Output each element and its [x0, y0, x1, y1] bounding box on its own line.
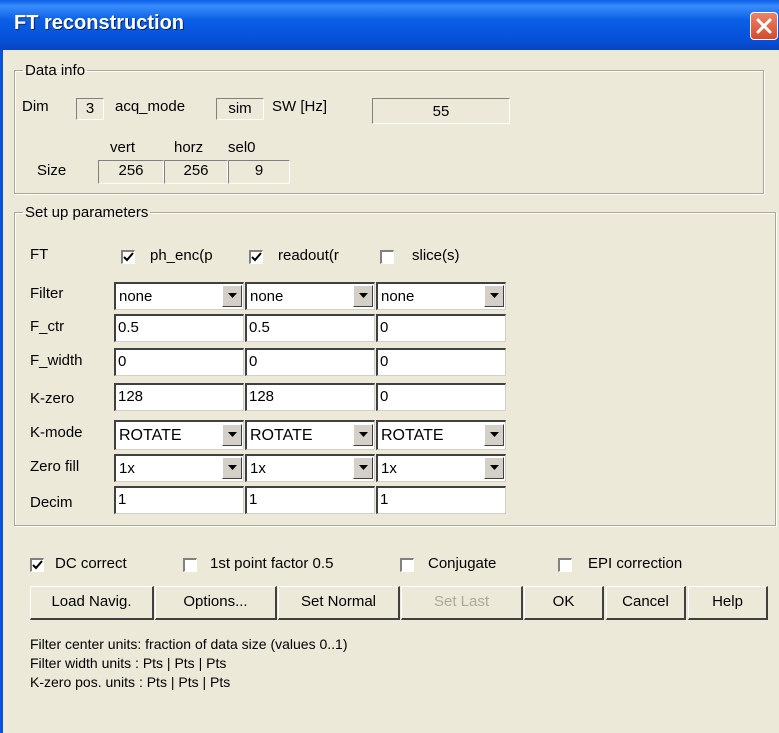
filter-select-2-value: none	[250, 288, 284, 305]
decim-field-1[interactable]: 1	[114, 486, 244, 514]
epi-correction-checkbox[interactable]	[558, 558, 572, 572]
ft-slice-checkbox[interactable]	[380, 250, 394, 264]
help-button[interactable]: Help	[688, 586, 768, 620]
zero-fill-select-3[interactable]: 1x	[376, 454, 506, 482]
sw-label: SW [Hz]	[272, 98, 327, 115]
size-header-sel0: sel0	[228, 139, 256, 156]
filter-select-1[interactable]: none	[114, 282, 244, 310]
chevron-down-icon[interactable]	[353, 457, 373, 479]
dc-correct-label: DC correct	[55, 555, 127, 572]
size-header-horz: horz	[174, 139, 204, 156]
zero-fill-select-3-value: 1x	[381, 460, 397, 477]
decim-label: Decim	[30, 494, 73, 511]
chevron-down-icon[interactable]	[484, 457, 504, 479]
ft-readout-checkbox[interactable]	[249, 250, 263, 264]
epi-correction-label: EPI correction	[588, 555, 683, 572]
filter-select-3-value: none	[381, 288, 415, 305]
size-sel0-value: 9	[228, 160, 290, 184]
close-icon	[756, 18, 772, 34]
info-line: Filter center units: fraction of data si…	[30, 636, 348, 652]
filter-label: Filter	[30, 285, 64, 302]
f-width-field-3[interactable]: 0	[376, 348, 506, 376]
load-navig-button[interactable]: Load Navig.	[30, 586, 154, 620]
ft-readout-label: readout(r	[278, 247, 339, 264]
filter-select-3[interactable]: none	[376, 282, 506, 310]
chevron-down-icon[interactable]	[484, 285, 504, 307]
setup-legend: Set up parameters	[25, 204, 149, 221]
set-normal-button[interactable]: Set Normal	[278, 586, 400, 620]
options-button[interactable]: Options...	[155, 586, 277, 620]
ft-ph-enc-label: ph_enc(p	[150, 247, 213, 264]
check-icon	[32, 560, 43, 570]
set-last-button[interactable]: Set Last	[401, 586, 523, 620]
k-zero-label: K-zero	[30, 390, 75, 407]
f-width-field-2[interactable]: 0	[245, 348, 375, 376]
size-label: Size	[37, 162, 67, 179]
size-vert-value: 256	[98, 160, 164, 184]
f-width-field-1[interactable]: 0	[114, 348, 244, 376]
cancel-button[interactable]: Cancel	[606, 586, 686, 620]
k-mode-select-1-value: ROTATE	[119, 427, 182, 444]
ft-label: FT	[30, 246, 49, 263]
acq-mode-label: acq_mode	[115, 98, 186, 115]
window-frame-left	[0, 50, 3, 733]
f-ctr-field-1[interactable]: 0.5	[114, 314, 244, 342]
acq-mode-value: sim	[216, 98, 264, 120]
zero-fill-label: Zero fill	[30, 458, 80, 475]
f-width-label: F_width	[30, 352, 83, 369]
first-point-factor-label: 1st point factor 0.5	[210, 555, 334, 572]
k-mode-select-3-value: ROTATE	[381, 427, 444, 444]
sw-value: 55	[372, 98, 510, 124]
zero-fill-select-2-value: 1x	[250, 460, 266, 477]
dim-label: Dim	[22, 98, 49, 115]
chevron-down-icon[interactable]	[222, 457, 242, 479]
filter-select-1-value: none	[119, 288, 153, 305]
ft-ph-enc-checkbox[interactable]	[121, 250, 135, 264]
zero-fill-select-1[interactable]: 1x	[114, 454, 244, 482]
close-button[interactable]	[750, 12, 778, 40]
chevron-down-icon[interactable]	[222, 285, 242, 307]
decim-field-2[interactable]: 1	[245, 486, 375, 514]
window-title: FT reconstruction	[14, 12, 185, 34]
check-icon	[251, 252, 262, 262]
k-zero-field-2[interactable]: 128	[245, 383, 375, 411]
info-line: K-zero pos. units : Pts | Pts | Pts	[30, 674, 231, 690]
ok-button[interactable]: OK	[524, 586, 604, 620]
first-point-factor-checkbox[interactable]	[183, 558, 197, 572]
zero-fill-select-1-value: 1x	[119, 460, 135, 477]
chevron-down-icon[interactable]	[353, 285, 373, 307]
k-mode-select-3[interactable]: ROTATE	[376, 420, 506, 450]
size-header-vert: vert	[110, 139, 136, 156]
k-zero-field-3[interactable]: 0	[376, 383, 506, 411]
dim-value: 3	[76, 98, 104, 120]
conjugate-label: Conjugate	[428, 555, 497, 572]
k-mode-select-2-value: ROTATE	[250, 427, 313, 444]
ft-slice-label: slice(s)	[412, 247, 460, 264]
k-mode-select-2[interactable]: ROTATE	[245, 420, 375, 450]
chevron-down-icon[interactable]	[353, 424, 373, 446]
filter-select-2[interactable]: none	[245, 282, 375, 310]
k-zero-field-1[interactable]: 128	[114, 383, 244, 411]
title-bar[interactable]: FT reconstruction	[0, 0, 779, 50]
f-ctr-label: F_ctr	[30, 318, 65, 335]
chevron-down-icon[interactable]	[484, 424, 504, 446]
data-info-legend: Data info	[25, 62, 86, 79]
info-line: Filter width units : Pts | Pts | Pts	[30, 655, 227, 671]
decim-field-3[interactable]: 1	[376, 486, 506, 514]
conjugate-checkbox[interactable]	[400, 558, 414, 572]
ft-reconstruction-dialog: FT reconstruction Data info Dim 3 acq_mo…	[0, 0, 779, 733]
chevron-down-icon[interactable]	[222, 424, 242, 446]
units-info: Filter center units: fraction of data si…	[30, 635, 347, 692]
dc-correct-checkbox[interactable]	[30, 558, 44, 572]
check-icon	[123, 252, 134, 262]
k-mode-label: K-mode	[30, 424, 83, 441]
f-ctr-field-3[interactable]: 0	[376, 314, 506, 342]
size-horz-value: 256	[164, 160, 228, 184]
f-ctr-field-2[interactable]: 0.5	[245, 314, 375, 342]
k-mode-select-1[interactable]: ROTATE	[114, 420, 244, 450]
zero-fill-select-2[interactable]: 1x	[245, 454, 375, 482]
